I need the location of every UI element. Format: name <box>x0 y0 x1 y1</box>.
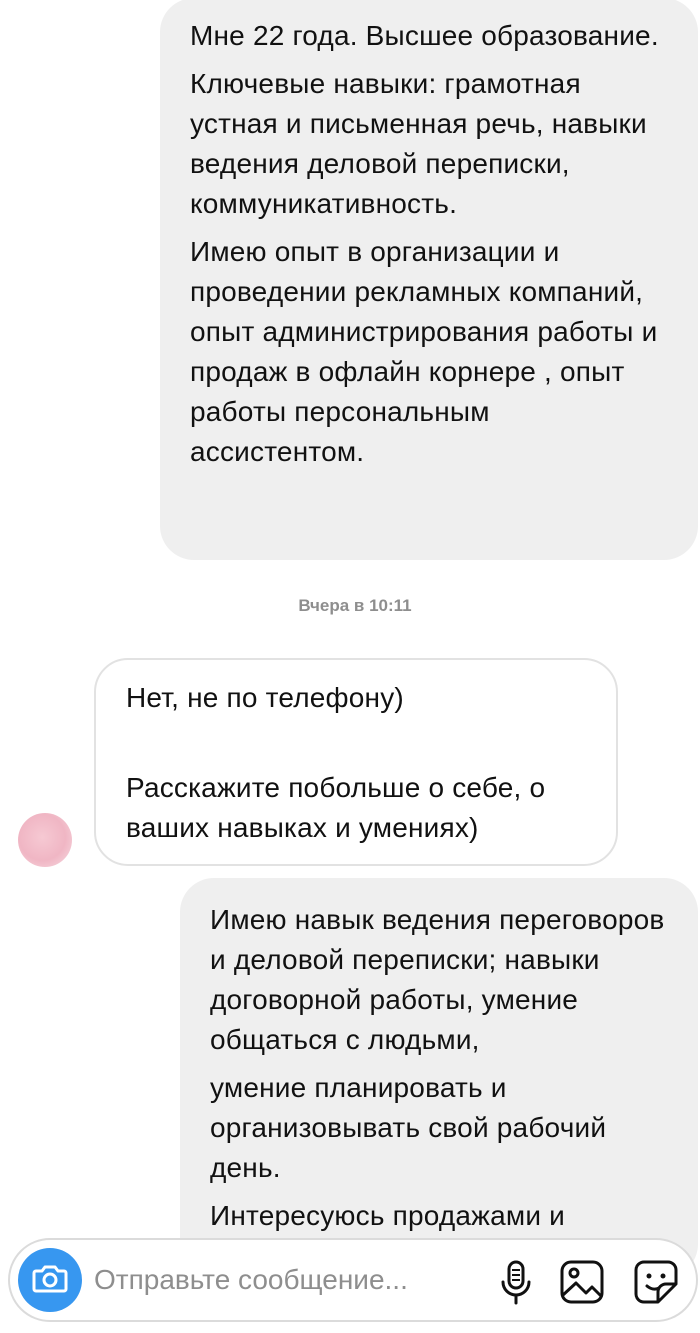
microphone-icon <box>501 1260 531 1305</box>
outgoing-message-bubble[interactable]: Имею навык ведения переговоров и деловой… <box>180 878 698 1278</box>
message-text: умение планировать и организовывать свой… <box>210 1072 607 1183</box>
message-text: Имею навык ведения переговоров и деловой… <box>210 904 665 1055</box>
sticker-button[interactable] <box>632 1258 680 1306</box>
message-text: Расскажите побольше о себе, о ваших навы… <box>126 772 546 843</box>
camera-icon <box>32 1265 68 1293</box>
message-composer <box>8 1238 698 1322</box>
message-input[interactable] <box>94 1254 464 1306</box>
message-text: Нет, не по телефону) <box>126 682 404 713</box>
gallery-button[interactable] <box>558 1258 606 1306</box>
camera-button[interactable] <box>18 1248 82 1312</box>
message-text: Имею опыт в организации и проведении рек… <box>190 236 658 467</box>
message-timestamp: Вчера в 10:11 <box>298 596 412 615</box>
microphone-button[interactable] <box>492 1258 540 1306</box>
image-gallery-icon <box>560 1260 604 1304</box>
incoming-message-bubble[interactable]: Нет, не по телефону) Расскажите побольше… <box>94 658 618 866</box>
outgoing-message-bubble[interactable]: Мне 22 года. Высшее образование. Ключевы… <box>160 0 698 560</box>
message-text: Интересуюсь продажами и <box>210 1200 565 1231</box>
message-thread: Мне 22 года. Высшее образование. Ключевы… <box>0 0 700 1333</box>
sticker-icon <box>634 1260 678 1304</box>
message-text: Мне 22 года. Высшее образование. <box>190 20 659 51</box>
message-text: Ключевые навыки: грамотная устная и пись… <box>190 68 647 219</box>
sender-avatar[interactable] <box>18 813 72 867</box>
